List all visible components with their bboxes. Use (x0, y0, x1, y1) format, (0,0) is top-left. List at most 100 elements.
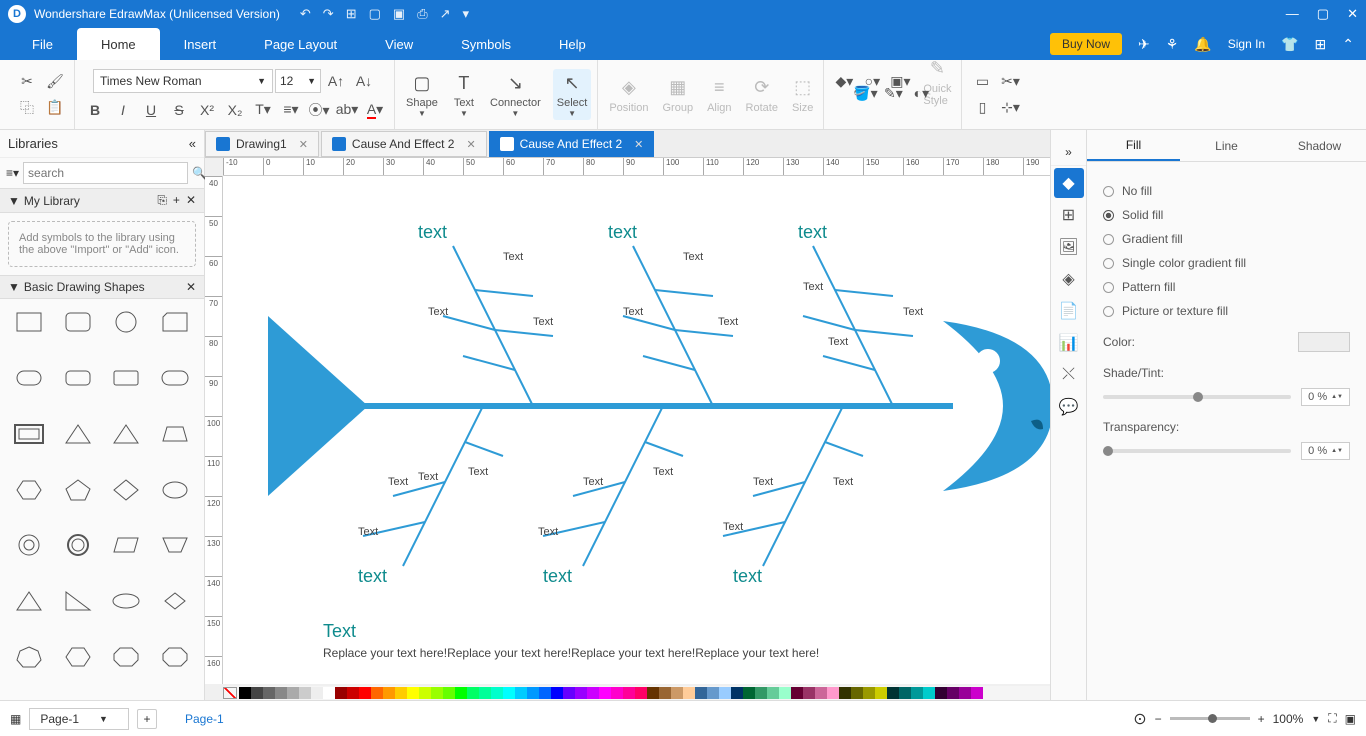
nocolor-swatch[interactable] (223, 687, 237, 699)
color-swatch[interactable] (383, 687, 395, 699)
color-swatch[interactable] (371, 687, 383, 699)
sub-label[interactable]: Text (428, 306, 448, 318)
tab-line[interactable]: Line (1180, 130, 1273, 161)
conclusion-block[interactable]: Text Replace your text here!Replace your… (323, 621, 819, 660)
color-swatch[interactable] (911, 687, 923, 699)
fill-panel-icon[interactable]: ◆ (1054, 168, 1084, 198)
transparency-value[interactable]: 0 %▲▼ (1301, 442, 1350, 460)
color-swatch[interactable] (935, 687, 947, 699)
color-swatch[interactable] (839, 687, 851, 699)
sub-label[interactable]: Text (723, 521, 743, 533)
bell-icon[interactable]: 🔔 (1194, 36, 1211, 53)
cat-top-1[interactable]: text (418, 222, 447, 243)
shape-round3[interactable] (105, 363, 148, 393)
shape-octagon[interactable] (105, 642, 148, 672)
zoom-in-icon[interactable]: + (1258, 712, 1265, 726)
shuffle-panel-icon[interactable]: ⤬ (1054, 360, 1084, 390)
sub-label[interactable]: Text (533, 316, 553, 328)
shape-triangle[interactable] (57, 419, 100, 449)
fill-color-icon[interactable]: 🪣▾ (852, 83, 878, 105)
connector-tool[interactable]: ↘Connector▼ (486, 69, 545, 120)
color-swatch[interactable] (803, 687, 815, 699)
same-height-icon[interactable]: ▯ (969, 97, 995, 119)
menu-file[interactable]: File (8, 28, 77, 60)
tab-shadow[interactable]: Shadow (1273, 130, 1366, 161)
shape-rounded-rect[interactable] (57, 307, 100, 337)
color-swatch[interactable] (707, 687, 719, 699)
sub-label[interactable]: Text (538, 526, 558, 538)
font-grow-icon[interactable]: A↑ (323, 70, 349, 92)
collapse-left-icon[interactable]: « (189, 136, 196, 151)
sub-label[interactable]: Text (718, 316, 738, 328)
paste-icon[interactable]: 📋 (42, 97, 68, 119)
opt-pattern[interactable]: Pattern fill (1103, 280, 1350, 294)
color-swatch[interactable] (263, 687, 275, 699)
italic-icon[interactable]: I (110, 99, 136, 121)
opt-single-gradient[interactable]: Single color gradient fill (1103, 256, 1350, 270)
color-swatch[interactable] (971, 687, 983, 699)
qat-more-icon[interactable]: ▾ (463, 6, 470, 22)
shape-circle[interactable] (105, 307, 148, 337)
color-swatch[interactable] (587, 687, 599, 699)
color-swatch[interactable] (719, 687, 731, 699)
color-swatch[interactable] (611, 687, 623, 699)
color-swatch[interactable] (431, 687, 443, 699)
color-swatch[interactable] (515, 687, 527, 699)
color-swatch[interactable] (467, 687, 479, 699)
shape-stadium[interactable] (154, 363, 197, 393)
shape-hexagon[interactable] (8, 475, 51, 505)
layers-panel-icon[interactable]: ◈ (1054, 264, 1084, 294)
font-shrink-icon[interactable]: A↓ (351, 70, 377, 92)
redo-icon[interactable]: ↷ (323, 6, 334, 22)
crop-icon[interactable]: ✂▾ (997, 71, 1023, 93)
shapes-panel-icon[interactable]: ⊞ (1054, 200, 1084, 230)
cut-icon[interactable]: ✂ (14, 71, 40, 93)
color-swatch[interactable] (863, 687, 875, 699)
color-swatch[interactable] (419, 687, 431, 699)
shape-diamond[interactable] (105, 475, 148, 505)
text-tool[interactable]: TText▼ (450, 69, 478, 120)
menu-insert[interactable]: Insert (160, 28, 241, 60)
shape-hex2[interactable] (57, 642, 100, 672)
my-library-section[interactable]: ▼My Library ⎘ + ✕ (0, 188, 204, 213)
opt-gradient[interactable]: Gradient fill (1103, 232, 1350, 246)
tab-cause-effect-a[interactable]: Cause And Effect 2✕ (321, 131, 487, 157)
format-painter-icon[interactable]: 🖌 (42, 71, 68, 93)
rotate-tool[interactable]: ⟳Rotate (742, 74, 782, 116)
shape-frame[interactable] (8, 419, 51, 449)
color-swatch[interactable] (827, 687, 839, 699)
close-icon[interactable]: ✕ (1347, 6, 1358, 22)
position-tool[interactable]: ◈Position (605, 74, 652, 116)
sub-label[interactable]: Text (833, 476, 853, 488)
color-swatch[interactable] (851, 687, 863, 699)
import-icon[interactable]: ⎘ (157, 193, 167, 208)
subscript-icon[interactable]: X₂ (222, 99, 248, 121)
menu-collapse-icon[interactable]: ⌃ (1342, 36, 1354, 53)
share-icon[interactable]: ⚘ (1166, 36, 1179, 53)
new-icon[interactable]: ⊞ (346, 6, 357, 22)
color-swatch[interactable] (335, 687, 347, 699)
tab-cause-effect-b[interactable]: Cause And Effect 2✕ (489, 131, 655, 157)
color-swatch[interactable] (671, 687, 683, 699)
color-swatch[interactable] (599, 687, 611, 699)
same-width-icon[interactable]: ▭ (969, 71, 995, 93)
canvas[interactable]: text text text text text text Text Text … (223, 176, 1050, 684)
color-swatch[interactable] (875, 687, 887, 699)
color-swatch[interactable] (251, 687, 263, 699)
line-color-icon[interactable]: ✎▾ (880, 83, 906, 105)
page-link[interactable]: Page-1 (185, 712, 224, 726)
color-swatch[interactable] (287, 687, 299, 699)
cat-bot-1[interactable]: text (358, 566, 387, 587)
sub-label[interactable]: Text (828, 336, 848, 348)
shape-rhombus[interactable] (154, 586, 197, 616)
font-color-icon[interactable]: A▾ (362, 99, 388, 121)
zoom-out-icon[interactable]: − (1155, 712, 1162, 726)
color-swatch[interactable] (899, 687, 911, 699)
menu-view[interactable]: View (361, 28, 437, 60)
undo-icon[interactable]: ↶ (300, 6, 311, 22)
shape-ring2[interactable] (57, 530, 100, 560)
color-swatch[interactable] (491, 687, 503, 699)
shape-tool[interactable]: ▢Shape▼ (402, 69, 442, 120)
export-icon[interactable]: ↗ (440, 6, 451, 22)
color-swatch[interactable] (959, 687, 971, 699)
